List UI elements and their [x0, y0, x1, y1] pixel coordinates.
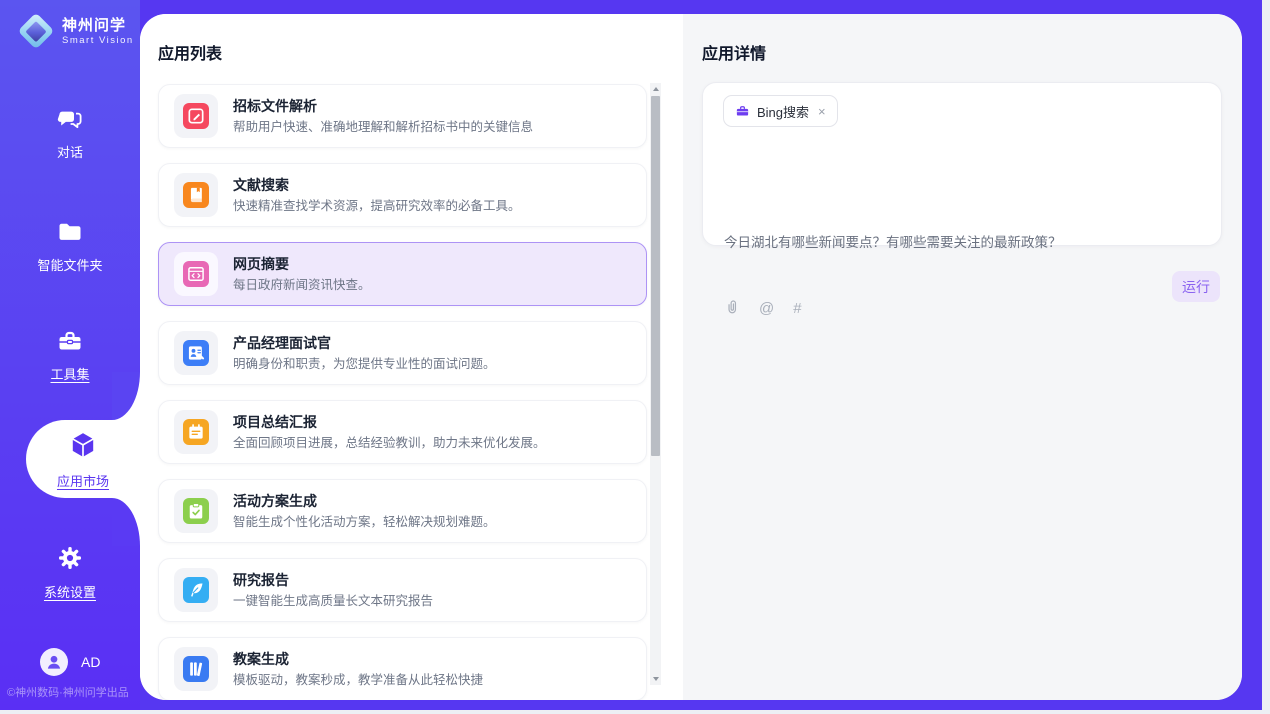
user-icon — [43, 651, 65, 673]
app-card-pm-interviewer[interactable]: 产品经理面试官 明确身份和职责，为您提供专业性的面试问题。 — [158, 321, 647, 385]
app-icon-tile — [174, 489, 218, 533]
brand-logo: 神州问学 Smart Vision — [18, 13, 134, 49]
gear-icon — [56, 544, 84, 577]
brand-diamond-icon — [18, 13, 54, 49]
clipboard-check-icon — [183, 498, 209, 524]
app-name: 网页摘要 — [233, 256, 371, 273]
close-icon[interactable]: × — [818, 104, 826, 119]
app-detail-panel: 应用详情 Bing搜索 × 今日湖北有哪些新闻要点？有哪些需要关注的最新政策？ — [683, 14, 1242, 700]
cube-icon — [67, 429, 99, 466]
hash-icon[interactable]: # — [793, 300, 801, 318]
app-name: 产品经理面试官 — [233, 335, 496, 352]
active-bubble-fillet-top — [112, 372, 140, 420]
app-card-event-plan-generator[interactable]: 活动方案生成 智能生成个性化活动方案，轻松解决规划难题。 — [158, 479, 647, 543]
app-desc: 明确身份和职责，为您提供专业性的面试问题。 — [233, 357, 496, 372]
app-card-project-summary[interactable]: 项目总结汇报 全面回顾项目进展，总结经验教训，助力未来优化发展。 — [158, 400, 647, 464]
app-desc: 帮助用户快速、准确地理解和解析招标书中的关键信息 — [233, 120, 533, 135]
app-card-literature-search[interactable]: 文献搜索 快速精准查找学术资源，提高研究效率的必备工具。 — [158, 163, 647, 227]
quill-icon — [183, 577, 209, 603]
scrollbar-thumb[interactable] — [651, 96, 660, 456]
pen-square-icon — [183, 103, 209, 129]
sidebar-item-settings[interactable]: 系统设置 — [0, 544, 140, 601]
composer-toolbar: @ # — [724, 298, 802, 320]
app-card-bid-document-analysis[interactable]: 招标文件解析 帮助用户快速、准确地理解和解析招标书中的关键信息 — [158, 84, 647, 148]
copyright-text: ©神州数码·神州问学出品 — [0, 684, 140, 700]
sidebar-item-label: 智能文件夹 — [0, 255, 140, 274]
tool-tag-label: Bing搜索 — [757, 102, 809, 121]
app-name: 项目总结汇报 — [233, 414, 546, 431]
paperclip-icon[interactable] — [724, 298, 740, 320]
app-detail-title: 应用详情 — [702, 40, 766, 64]
tool-tag-bing-search[interactable]: Bing搜索 × — [723, 95, 838, 127]
app-icon-tile — [174, 173, 218, 217]
app-name: 招标文件解析 — [233, 98, 533, 115]
sidebar-item-app-market[interactable]: 应用市场 — [26, 420, 140, 498]
user-account[interactable]: AD — [40, 648, 100, 676]
app-name: 研究报告 — [233, 572, 433, 589]
app-desc: 全面回顾项目进展，总结经验教训，助力未来优化发展。 — [233, 436, 546, 451]
app-icon-tile — [174, 331, 218, 375]
app-list-panel: 应用列表 招标文件解析 帮助用户快速、准确地理解和解析招标书中的关键信息 — [140, 14, 683, 700]
book-icon — [183, 182, 209, 208]
app-desc: 智能生成个性化活动方案，轻松解决规划难题。 — [233, 515, 496, 530]
toolbox-icon — [56, 328, 84, 359]
app-icon-tile — [174, 94, 218, 138]
list-scrollbar[interactable] — [650, 83, 661, 685]
app-card-web-summary[interactable]: 网页摘要 每日政府新闻资讯快查。 — [158, 242, 647, 306]
app-desc: 每日政府新闻资讯快查。 — [233, 278, 371, 293]
user-label: AD — [81, 654, 100, 670]
chat-icon — [56, 106, 84, 137]
briefcase-icon — [735, 104, 750, 118]
app-name: 活动方案生成 — [233, 493, 496, 510]
app-desc: 模板驱动，教案秒成，教学准备从此轻松快捷 — [233, 673, 483, 688]
app-name: 文献搜索 — [233, 177, 521, 194]
app-icon-tile — [174, 568, 218, 612]
calendar-note-icon — [183, 419, 209, 445]
app-card-list: 招标文件解析 帮助用户快速、准确地理解和解析招标书中的关键信息 文献搜索 — [158, 84, 647, 700]
books-icon — [183, 656, 209, 682]
prompt-card: Bing搜索 × 今日湖北有哪些新闻要点？有哪些需要关注的最新政策？ @ # — [702, 82, 1222, 246]
avatar — [40, 648, 68, 676]
app-icon-tile — [174, 252, 218, 296]
browser-code-icon — [183, 261, 209, 287]
sidebar-item-smart-folders[interactable]: 智能文件夹 — [0, 219, 140, 274]
sidebar-item-label: 系统设置 — [0, 582, 140, 601]
sidebar-item-label: 应用市场 — [26, 471, 140, 490]
prompt-text[interactable]: 今日湖北有哪些新闻要点？有哪些需要关注的最新政策？ — [724, 233, 1201, 252]
app-icon-tile — [174, 410, 218, 454]
app-card-lesson-plan-generator[interactable]: 教案生成 模板驱动，教案秒成，教学准备从此轻松快捷 — [158, 637, 647, 700]
app-icon-tile — [174, 647, 218, 691]
sidebar-item-label: 对话 — [0, 142, 140, 161]
interviewer-icon — [183, 340, 209, 366]
brand-name: 神州问学 — [62, 17, 134, 35]
sidebar: 神州问学 Smart Vision 对话 智能文件夹 — [0, 0, 140, 710]
sidebar-item-chat[interactable]: 对话 — [0, 106, 140, 161]
app-desc: 一键智能生成高质量长文本研究报告 — [233, 594, 433, 609]
main-content: 应用列表 招标文件解析 帮助用户快速、准确地理解和解析招标书中的关键信息 — [140, 14, 1242, 700]
app-desc: 快速精准查找学术资源，提高研究效率的必备工具。 — [233, 199, 521, 214]
active-bubble-fillet-bottom — [112, 498, 140, 546]
folder-icon — [56, 219, 84, 250]
app-card-research-report[interactable]: 研究报告 一键智能生成高质量长文本研究报告 — [158, 558, 647, 622]
at-icon[interactable]: @ — [759, 300, 774, 318]
run-button[interactable]: 运行 — [1172, 271, 1220, 302]
scrollbar-up-arrow-icon[interactable] — [650, 83, 661, 95]
app-name: 教案生成 — [233, 651, 483, 668]
app-list-title: 应用列表 — [158, 40, 222, 64]
scrollbar-down-arrow-icon[interactable] — [650, 673, 661, 685]
brand-subtitle: Smart Vision — [62, 35, 134, 46]
